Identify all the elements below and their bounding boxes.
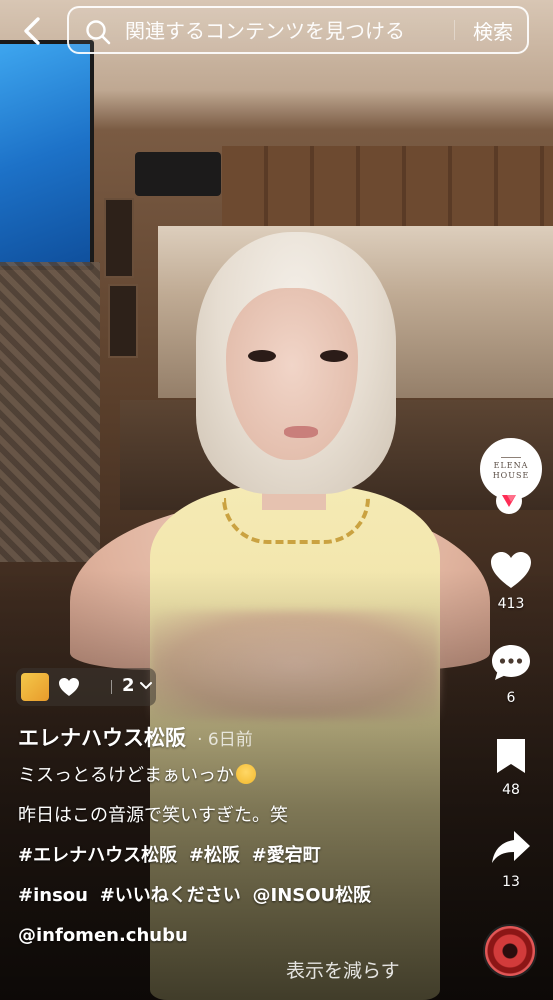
caption-text: ミスっとるけどまぁいっか (18, 765, 234, 786)
comment-icon (492, 645, 530, 680)
follow-button[interactable] (496, 488, 522, 514)
comment-count: 6 (506, 690, 516, 706)
like-button[interactable]: 413 (484, 550, 538, 612)
save-count: 48 (502, 782, 520, 798)
bookmark-icon (497, 739, 525, 773)
caption-line: ミスっとるけどまぁいっか (18, 762, 458, 802)
person-eye (248, 350, 276, 362)
search-input[interactable] (123, 8, 457, 54)
like-count: 413 (497, 596, 525, 612)
hashtag[interactable]: #愛宕町 (252, 845, 321, 866)
effect-thumbnail (21, 673, 49, 701)
mention[interactable]: @INSOU松阪 (253, 885, 372, 906)
comment-button[interactable]: 6 (484, 642, 538, 706)
show-less-link[interactable]: 表示を減らす (286, 956, 400, 983)
back-button[interactable] (14, 12, 50, 50)
back-icon (24, 17, 40, 45)
hashtag[interactable]: #エレナハウス松阪 (18, 845, 177, 866)
heart-icon (491, 552, 531, 588)
hashtag-line: #エレナハウス松阪 #松阪 #愛宕町 (18, 842, 458, 882)
search-bar[interactable]: 検索 (67, 6, 529, 54)
author-line: エレナハウス松阪 · 6日前 (18, 722, 253, 752)
caption-text: 昨日はこの音源で笑いすぎた。笑 (18, 805, 288, 826)
search-divider (454, 20, 455, 40)
chevron-down-icon (140, 682, 152, 690)
logo-rule (501, 457, 521, 458)
hashtag[interactable]: #insou (18, 885, 88, 906)
person-eye (320, 350, 348, 362)
share-icon (492, 831, 530, 863)
mention[interactable]: @infomen.chubu (18, 925, 188, 946)
share-button[interactable]: 13 (484, 828, 538, 890)
music-disc[interactable] (483, 924, 537, 978)
hashtag-line: #insou #いいねください @INSOU松阪 (18, 882, 458, 922)
avatar-logo-line1: ELENA (493, 461, 529, 470)
share-count: 13 (502, 874, 520, 890)
save-button[interactable]: 48 (484, 736, 538, 798)
chip-divider (111, 680, 112, 694)
avatar-logo-line2: HOUSE (492, 471, 530, 480)
white-heart-icon (59, 678, 79, 696)
hashtag[interactable]: #松阪 (189, 845, 240, 866)
follow-plus-icon (502, 495, 516, 507)
search-button[interactable]: 検索 (473, 16, 513, 45)
person-lips (284, 426, 318, 438)
caption-line: 昨日はこの音源で笑いすぎた。笑 (18, 802, 458, 842)
post-time-value: 6日前 (207, 730, 253, 750)
effect-chip[interactable]: 2 (16, 668, 156, 706)
relieved-face-emoji (236, 764, 256, 784)
necklace (222, 498, 370, 544)
effect-count: 2 (122, 675, 135, 696)
author-name[interactable]: エレナハウス松阪 (18, 726, 186, 750)
search-icon (86, 20, 111, 45)
caption: ミスっとるけどまぁいっか 昨日はこの音源で笑いすぎた。笑 #エレナハウス松阪 #… (18, 762, 458, 962)
post-time: · 6日前 (197, 730, 253, 750)
hashtag[interactable]: #いいねください (100, 885, 241, 906)
